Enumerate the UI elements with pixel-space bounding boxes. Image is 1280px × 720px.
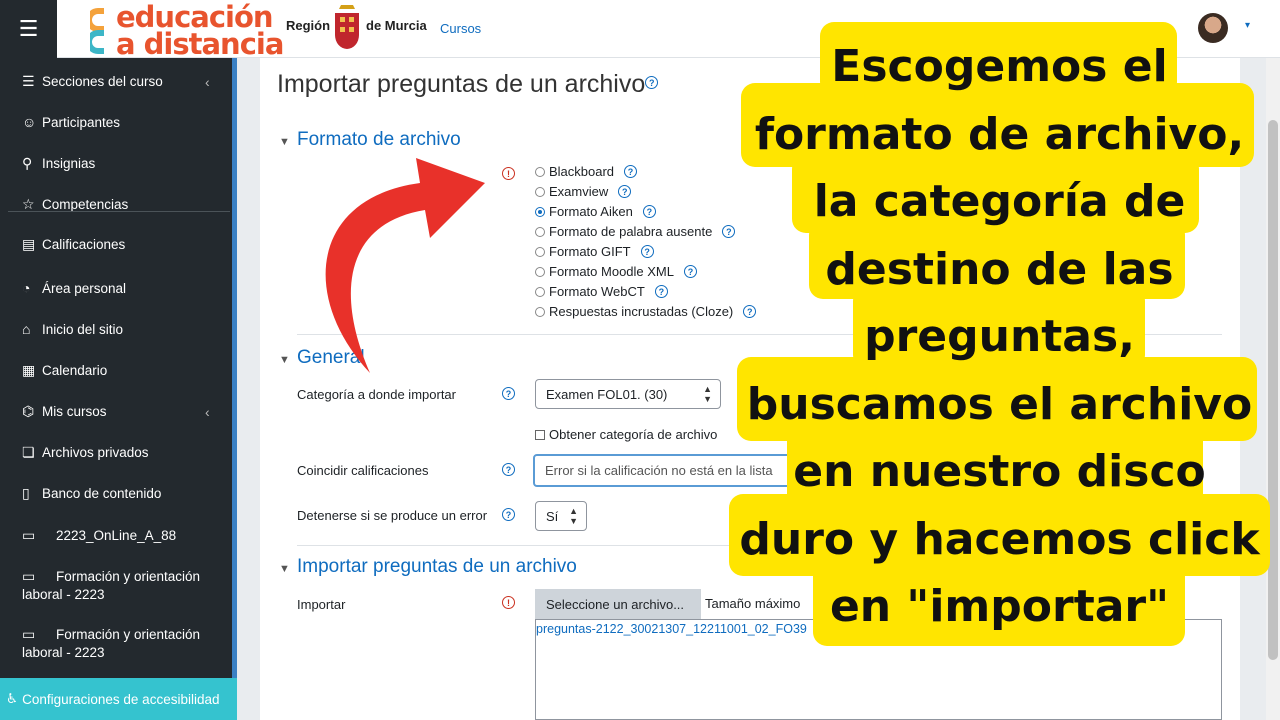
callout-line: en nuestro disco	[793, 446, 1206, 497]
help-icon[interactable]: ?	[502, 387, 515, 400]
sidebar-item-insignias[interactable]: ⚲ Insignias	[22, 155, 95, 172]
callout-line: preguntas,	[864, 311, 1135, 362]
collapse-caret-icon: ▼	[279, 136, 290, 148]
match-grades-label: Coincidir calificaciones	[297, 463, 429, 478]
sidebar-item-calificaciones[interactable]: ▤ Calificaciones	[22, 236, 125, 253]
import-label: Importar	[297, 597, 346, 612]
section-header-import[interactable]: ▼ Importar preguntas de un archivo	[279, 556, 577, 578]
clipboard-icon: ▯	[22, 485, 30, 501]
callout-line: en "importar"	[829, 581, 1170, 632]
help-icon[interactable]: ?	[624, 165, 638, 178]
murcia-coat-of-arms-icon	[335, 5, 359, 49]
dashboard-icon: ◔	[22, 280, 31, 296]
help-icon[interactable]: ?	[684, 265, 697, 278]
callout-line: la categoría de	[813, 176, 1186, 227]
files-icon: ❏	[22, 444, 35, 460]
format-option-palabra-ausente[interactable]: Formato de palabra ausente?	[535, 224, 736, 239]
format-option-cloze[interactable]: Respuestas incrustadas (Cloze)?	[535, 304, 757, 319]
sidebar-item-secciones[interactable]: ☰ Secciones del curso ‹	[22, 73, 210, 90]
red-arrow-annotation	[325, 158, 485, 373]
help-icon[interactable]: ?	[645, 76, 659, 89]
site-logo[interactable]: educación a distancia	[86, 0, 284, 61]
sidebar-course-1[interactable]: ▭ 2223_OnLine_A_88	[22, 526, 222, 545]
select-caret-icon: ▲ ▼	[703, 384, 712, 404]
grades-icon: ▤	[22, 236, 36, 252]
radio-button[interactable]	[535, 186, 545, 197]
collapse-caret-icon: ▼	[279, 563, 290, 575]
sidebar-course-2[interactable]: ▭ Formación y orientación laboral - 2223	[22, 567, 222, 604]
radio-button[interactable]	[535, 306, 545, 317]
callout-line: duro y hacemos click	[739, 513, 1260, 565]
accessibility-icon: ♿	[6, 691, 19, 706]
radio-button[interactable]	[535, 286, 545, 297]
format-option-blackboard[interactable]: Blackboard?	[535, 164, 638, 179]
sidebar-item-calendario[interactable]: ▦ Calendario	[22, 362, 107, 379]
required-icon: !	[502, 596, 515, 609]
radio-button[interactable]	[535, 266, 545, 277]
choose-file-button[interactable]: Seleccione un archivo...	[535, 589, 701, 619]
graduation-cap-icon: ⌬	[22, 403, 35, 419]
calendar-icon: ▦	[22, 362, 36, 378]
help-icon[interactable]: ?	[502, 463, 515, 476]
category-select[interactable]: Examen FOL01. (30) ▲ ▼	[535, 379, 721, 409]
callout-line: destino de las	[825, 243, 1174, 295]
accessibility-settings-button[interactable]: ♿ Configuraciones de accesibilidad	[0, 678, 237, 720]
menu-toggle-button[interactable]: ☰	[0, 0, 57, 58]
list-icon: ☰	[22, 73, 35, 89]
callout-line: Escogemos el	[831, 41, 1168, 92]
radio-button[interactable]	[535, 246, 545, 257]
get-category-checkbox[interactable]: Obtener categoría de archivo	[535, 427, 717, 442]
stop-on-error-select[interactable]: Sí ▲ ▼	[535, 501, 587, 531]
required-icon: !	[502, 167, 515, 180]
format-option-webct[interactable]: Formato WebCT?	[535, 284, 668, 299]
format-option-gift[interactable]: Formato GIFT?	[535, 244, 654, 259]
radio-button[interactable]	[535, 226, 545, 237]
help-icon[interactable]: ?	[654, 285, 668, 298]
callout-text: Escogemos el formato de archivo, la cate…	[729, 33, 1270, 641]
sidebar-item-area-personal[interactable]: ◔ Área personal	[22, 280, 126, 296]
category-label: Categoría a donde importar	[297, 387, 456, 402]
page-title: Importar preguntas de un archivo?	[277, 70, 659, 99]
radio-button[interactable]	[535, 166, 545, 177]
radio-button-selected[interactable]	[535, 206, 545, 217]
folder-icon: ▭	[22, 527, 36, 543]
users-icon: ☺	[22, 114, 37, 130]
sidebar-item-archivos[interactable]: ❏ Archivos privados	[22, 444, 149, 461]
help-icon[interactable]: ?	[642, 205, 656, 218]
callout-line: buscamos el archivo	[746, 378, 1253, 430]
sidebar-item-inicio[interactable]: ⌂ Inicio del sitio	[22, 321, 123, 337]
region-label: Región	[286, 18, 331, 33]
badge-icon: ⚲	[22, 155, 33, 171]
hamburger-icon: ☰	[18, 16, 39, 41]
collapse-caret-icon: ▼	[279, 354, 290, 366]
sidebar-course-3[interactable]: ▭ Formación y orientación laboral - 2223	[22, 625, 222, 662]
sidebar-item-banco[interactable]: ▯ Banco de contenido	[22, 485, 161, 502]
sidebar-item-participantes[interactable]: ☺ Participantes	[22, 114, 120, 130]
stop-on-error-label: Detenerse si se produce un error	[297, 508, 488, 523]
chevron-left-icon: ‹	[205, 73, 210, 90]
nav-link-cursos[interactable]: Cursos	[440, 21, 481, 36]
sidebar-divider	[8, 211, 230, 212]
help-icon[interactable]: ?	[640, 245, 654, 258]
murcia-label: de Murcia	[366, 18, 427, 33]
sidebar-item-mis-cursos[interactable]: ⌬ Mis cursos ‹	[22, 403, 210, 420]
folder-icon: ▭	[22, 568, 36, 584]
format-option-examview[interactable]: Examview?	[535, 184, 632, 199]
format-option-moodle-xml[interactable]: Formato Moodle XML?	[535, 264, 697, 279]
callout-line: formato de archivo,	[754, 108, 1245, 160]
select-caret-icon: ▲ ▼	[569, 506, 578, 526]
checkbox[interactable]	[535, 429, 545, 440]
format-option-aiken[interactable]: Formato Aiken?	[535, 204, 656, 219]
folder-icon: ▭	[22, 626, 36, 642]
logo-text-line2: a distancia	[116, 27, 284, 61]
chevron-left-icon: ‹	[205, 403, 210, 420]
home-icon: ⌂	[22, 321, 31, 337]
help-icon[interactable]: ?	[618, 185, 632, 198]
help-icon[interactable]: ?	[502, 508, 515, 521]
